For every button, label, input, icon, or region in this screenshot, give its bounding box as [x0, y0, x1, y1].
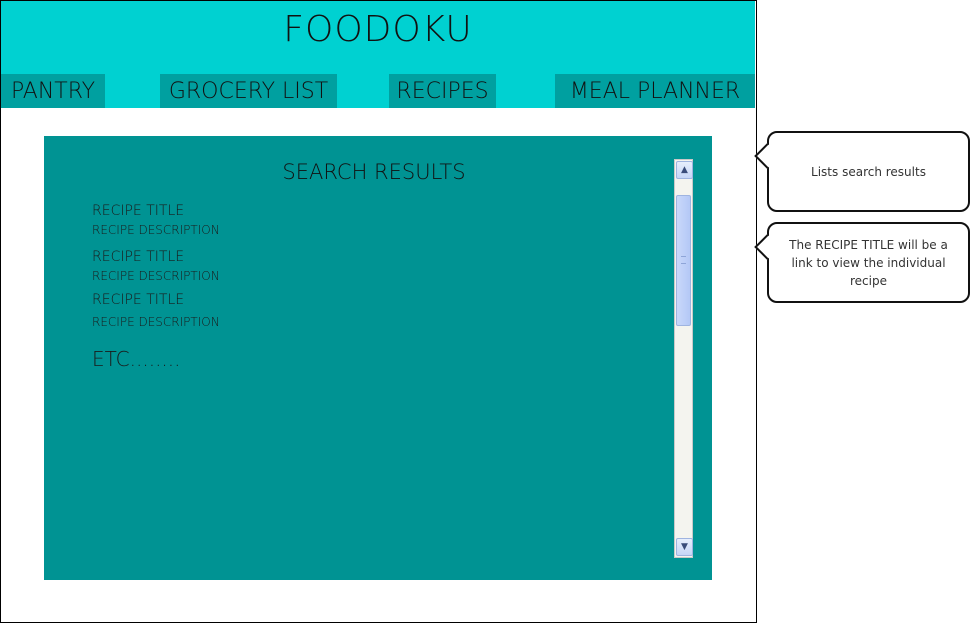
annotation-text: Lists search results	[811, 164, 926, 179]
tab-recipes[interactable]: RECIPES	[389, 74, 496, 108]
more-results-text: ETC........	[92, 347, 181, 371]
recipe-title-link[interactable]: RECIPE TITLE	[92, 249, 220, 265]
search-results-panel: SEARCH RESULTS RECIPE TITLE RECIPE DESCR…	[44, 136, 712, 580]
callout-pointer	[754, 143, 780, 169]
annotation-text: The RECIPE TITLE will be a link to view …	[789, 237, 948, 288]
annotation-recipe-link: The RECIPE TITLE will be a link to view …	[754, 222, 970, 303]
result-item: RECIPE TITLE RECIPE DESCRIPTION	[92, 203, 220, 237]
result-item: RECIPE TITLE RECIPE DESCRIPTION	[92, 292, 220, 329]
recipe-description: RECIPE DESCRIPTION	[92, 315, 220, 329]
callout-pointer	[754, 234, 780, 260]
tab-meal-planner[interactable]: MEAL PLANNER	[555, 74, 755, 108]
annotation-search-results: Lists search results	[754, 131, 970, 212]
search-results-heading: SEARCH RESULTS	[282, 160, 466, 184]
results-scrollbar[interactable]: ▲ ▼	[674, 159, 693, 558]
tab-pantry[interactable]: PANTRY	[1, 74, 105, 108]
recipe-description: RECIPE DESCRIPTION	[92, 223, 220, 237]
recipe-description: RECIPE DESCRIPTION	[92, 269, 220, 283]
chevron-up-icon[interactable]: ▲	[676, 161, 693, 179]
app-title: FOODOKU	[283, 9, 473, 50]
recipe-title-link[interactable]: RECIPE TITLE	[92, 292, 220, 308]
result-item: RECIPE TITLE RECIPE DESCRIPTION	[92, 249, 220, 283]
recipe-title-link[interactable]: RECIPE TITLE	[92, 203, 220, 219]
chevron-down-icon[interactable]: ▼	[676, 538, 693, 556]
grip-icon	[681, 256, 686, 264]
scroll-thumb[interactable]	[676, 195, 691, 326]
tab-grocery-list[interactable]: GROCERY LIST	[160, 74, 337, 108]
